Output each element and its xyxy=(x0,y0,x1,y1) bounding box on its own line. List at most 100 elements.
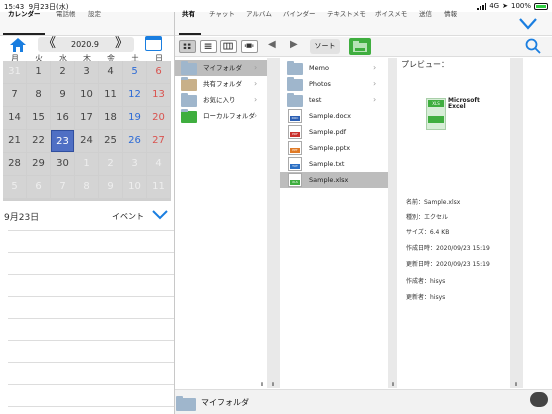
day-cell[interactable]: 4 xyxy=(147,153,170,175)
day-cell[interactable]: 29 xyxy=(27,153,50,175)
day-cell[interactable]: 2 xyxy=(51,61,74,83)
location-item-shared-folder[interactable]: 共有フォルダ › xyxy=(175,76,267,92)
event-line xyxy=(8,362,174,363)
day-cell[interactable]: 25 xyxy=(99,130,122,152)
day-cell[interactable]: 3 xyxy=(75,61,98,83)
day-cell[interactable]: 3 xyxy=(123,153,146,175)
location-item-my-folder[interactable]: マイフォルダ › xyxy=(175,60,267,76)
day-cell[interactable]: 13 xyxy=(147,84,170,106)
day-cell[interactable]: 9 xyxy=(99,176,122,198)
location-label: マイフォルダ xyxy=(203,64,242,72)
chevron-down-icon[interactable] xyxy=(152,210,168,220)
file-item-pdf[interactable]: PDF Sample.pdf xyxy=(280,124,388,140)
day-cell[interactable]: 11 xyxy=(147,176,170,198)
excel-preview-text: Microsoft Excel xyxy=(448,97,480,110)
day-cell[interactable]: 28 xyxy=(3,153,26,175)
day-cell[interactable]: 20 xyxy=(147,107,170,129)
day-cell[interactable]: 4 xyxy=(99,61,122,83)
calendar-icon[interactable] xyxy=(145,36,162,51)
file-item-memo[interactable]: Memo › xyxy=(280,60,388,76)
file-item-test[interactable]: test › xyxy=(280,92,388,108)
tab-phonebook[interactable]: 電話帳 xyxy=(56,8,76,18)
view-columns-button[interactable] xyxy=(220,40,237,53)
column-resize-handle[interactable]: ॥ xyxy=(514,380,518,388)
day-cell[interactable]: 27 xyxy=(147,130,170,152)
column-separator[interactable] xyxy=(267,58,280,388)
tab-album[interactable]: アルバム xyxy=(246,8,272,18)
day-cell[interactable]: 1 xyxy=(27,61,50,83)
file-item-txt[interactable]: TXT Sample.txt xyxy=(280,156,388,172)
day-cell-selected[interactable]: 23 xyxy=(51,130,74,152)
file-item-pptx[interactable]: PPT Sample.pptx xyxy=(280,140,388,156)
location-label: お気に入り xyxy=(203,96,236,104)
tab-settings[interactable]: 設定 xyxy=(88,8,101,18)
day-cell[interactable]: 10 xyxy=(123,176,146,198)
day-cell[interactable]: 5 xyxy=(123,61,146,83)
day-cell[interactable]: 9 xyxy=(51,84,74,106)
day-cell[interactable]: 1 xyxy=(75,153,98,175)
next-month-button[interactable]: 》 xyxy=(115,37,128,51)
day-cell[interactable]: 21 xyxy=(3,130,26,152)
tab-info[interactable]: 情報 xyxy=(444,8,457,18)
column-separator[interactable] xyxy=(510,58,523,388)
file-item-docx[interactable]: DOC Sample.docx xyxy=(280,108,388,124)
day-cell[interactable]: 14 xyxy=(3,107,26,129)
view-icons-button[interactable] xyxy=(179,40,196,53)
day-cell[interactable]: 2 xyxy=(99,153,122,175)
day-cell[interactable]: 11 xyxy=(99,84,122,106)
selected-date-label: 9月23日 xyxy=(4,213,40,223)
day-cell[interactable]: 8 xyxy=(75,176,98,198)
day-cell[interactable]: 7 xyxy=(51,176,74,198)
column-resize-handle[interactable]: ॥ xyxy=(271,380,275,388)
search-icon[interactable] xyxy=(525,38,541,54)
day-cell[interactable]: 26 xyxy=(123,130,146,152)
file-badge: PDF xyxy=(290,132,300,137)
day-cell[interactable]: 16 xyxy=(51,107,74,129)
chevron-down-icon[interactable] xyxy=(519,18,537,30)
tab-voice-memo[interactable]: ボイスメモ xyxy=(375,8,407,18)
column-resize-handle[interactable]: ॥ xyxy=(391,380,395,388)
file-badge: PPT xyxy=(290,148,300,153)
file-item-photos[interactable]: Photos › xyxy=(280,76,388,92)
location-item-favorites[interactable]: お気に入り › xyxy=(175,92,267,108)
day-cell[interactable]: 31 xyxy=(3,61,26,83)
day-cell[interactable]: 7 xyxy=(3,84,26,106)
day-cell[interactable]: 6 xyxy=(27,176,50,198)
day-cell[interactable]: 19 xyxy=(123,107,146,129)
view-coverflow-button[interactable] xyxy=(241,40,258,53)
created-date-info: 作成日時：2020/09/23 15:19 xyxy=(406,245,490,252)
tab-chat[interactable]: チャット xyxy=(209,8,235,18)
sort-button[interactable]: ソート xyxy=(310,39,340,54)
day-cell[interactable]: 5 xyxy=(3,176,26,198)
day-cell[interactable]: 18 xyxy=(99,107,122,129)
day-cell[interactable]: 15 xyxy=(27,107,50,129)
day-cell[interactable]: 12 xyxy=(123,84,146,106)
tab-calendar[interactable]: カレンダー xyxy=(8,8,41,18)
files-column: Memo › Photos › test › DOC Sample.docx P… xyxy=(280,58,388,388)
download-folder-button[interactable] xyxy=(349,38,371,55)
view-list-button[interactable] xyxy=(200,40,217,53)
signal-icon xyxy=(477,2,487,10)
back-arrow-icon[interactable]: ◀ xyxy=(268,39,276,50)
column-separator[interactable] xyxy=(388,58,397,388)
day-cell[interactable]: 6 xyxy=(147,61,170,83)
day-cell[interactable]: 17 xyxy=(75,107,98,129)
tab-shared[interactable]: 共有 xyxy=(182,8,195,18)
column-resize-handle[interactable]: ॥ xyxy=(260,380,264,388)
prev-month-button[interactable]: 《 xyxy=(43,37,56,51)
tab-binder[interactable]: バインダー xyxy=(283,8,316,18)
current-path[interactable]: マイフォルダ xyxy=(201,397,249,408)
creator-info: 作成者：hisys xyxy=(406,278,446,285)
tab-text-memo[interactable]: テキストメモ xyxy=(327,8,366,18)
day-cell[interactable]: 24 xyxy=(75,130,98,152)
day-cell[interactable]: 10 xyxy=(75,84,98,106)
tab-send[interactable]: 送信 xyxy=(419,8,432,18)
home-icon[interactable] xyxy=(10,38,26,52)
day-cell[interactable]: 8 xyxy=(27,84,50,106)
day-cell[interactable]: 30 xyxy=(51,153,74,175)
location-item-local-folder[interactable]: ローカルフォルダ › xyxy=(175,108,267,124)
forward-arrow-icon[interactable]: ▶ xyxy=(290,39,298,50)
file-item-xlsx[interactable]: XLS Sample.xlsx xyxy=(280,172,388,188)
day-cell[interactable]: 22 xyxy=(27,130,50,152)
chat-bubble-icon[interactable] xyxy=(530,392,548,407)
